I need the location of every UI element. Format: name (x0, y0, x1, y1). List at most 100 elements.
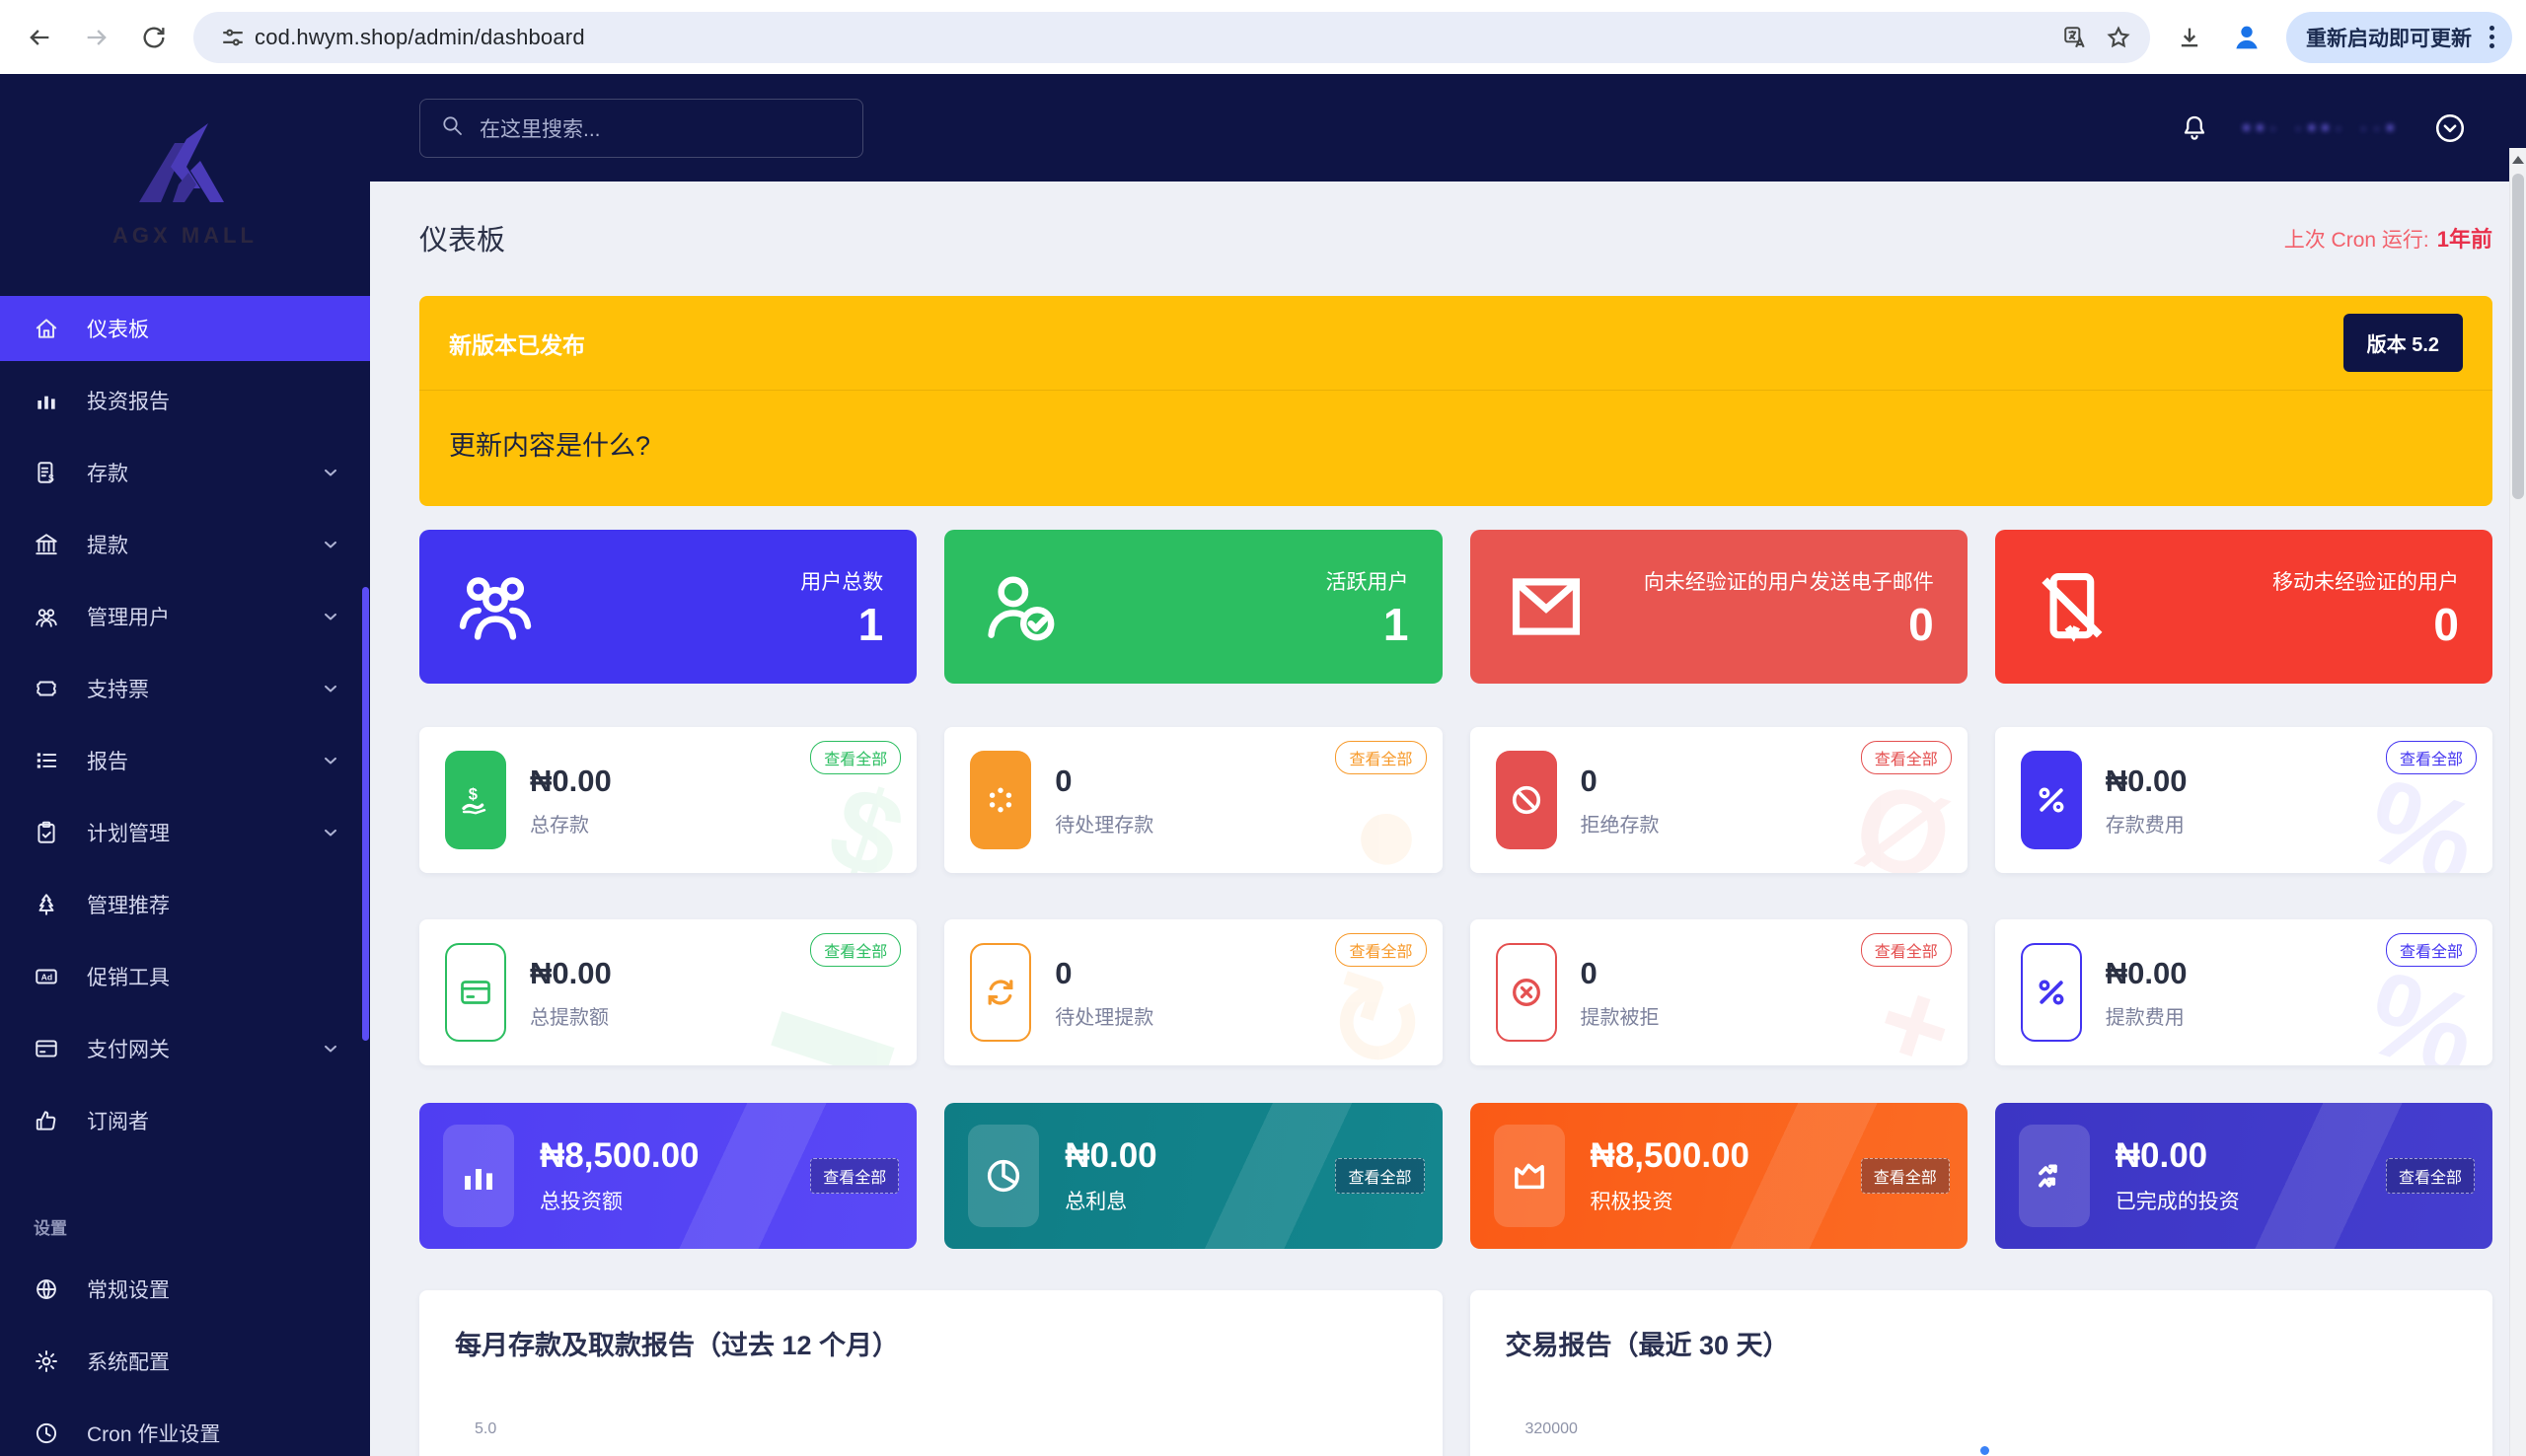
ad-icon: Ad (34, 964, 59, 989)
card-total-deposit: 查看全部 $ ₦0.00 总存款 $ (419, 727, 918, 873)
sidebar-item-label: 存款 (87, 463, 128, 485)
page-scrollbar[interactable] (2509, 148, 2526, 1456)
sidebar-item-general-settings[interactable]: 常规设置 (0, 1257, 370, 1322)
sidebar-item-promotion-tools[interactable]: Ad 促销工具 (0, 944, 370, 1009)
page-title: 仪表板 (419, 225, 506, 256)
chevron-down-icon (321, 1039, 340, 1058)
sidebar-item-subscribers[interactable]: 订阅者 (0, 1088, 370, 1153)
tree-icon (34, 892, 59, 917)
sidebar-item-payment-gateways[interactable]: 支付网关 (0, 1016, 370, 1081)
view-all-badge[interactable]: 查看全部 (1335, 1158, 1425, 1194)
sync-icon (970, 943, 1032, 1042)
chevron-down-icon (321, 535, 340, 554)
sidebar-item-plan-management[interactable]: 计划管理 (0, 800, 370, 865)
sidebar-item-label: 支付网关 (87, 1039, 170, 1061)
spinner-icon (970, 751, 1032, 849)
sidebar-item-label: 管理推荐 (87, 895, 170, 917)
sidebar-item-dashboard[interactable]: 仪表板 (0, 296, 370, 361)
scroll-up-arrow[interactable] (2510, 150, 2526, 170)
envelope-icon (1504, 564, 1589, 649)
bookmark-star-icon[interactable] (2097, 16, 2140, 59)
pie-chart-icon (968, 1125, 1040, 1227)
card-label: 总存款 (530, 814, 589, 837)
sidebar-item-withdrawals[interactable]: 提款 (0, 512, 370, 577)
browser-menu-icon[interactable] (2482, 26, 2502, 48)
chrome-update-button[interactable]: 重新启动即可更新 (2286, 11, 2512, 63)
view-all-badge[interactable]: 查看全部 (1335, 933, 1427, 967)
card-pending-deposit: 查看全部 0 待处理存款 ● (944, 727, 1443, 873)
scrollbar-thumb[interactable] (2512, 174, 2524, 499)
view-all-badge[interactable]: 查看全部 (810, 741, 902, 774)
chevron-down-icon (321, 751, 340, 770)
sidebar-settings-nav: 常规设置 系统配置 Cron 作业设置 徽标和图标 (0, 1257, 370, 1456)
deposit-cards-row: 查看全部 $ ₦0.00 总存款 $ 查看全部 0 待处理存款 ● 查看全部 0… (419, 727, 2492, 873)
user-name-obscured: ••· ·••· ··• (2242, 114, 2400, 140)
url-text[interactable]: cod.hwym.shop/admin/dashboard (255, 25, 2053, 50)
card-value: 1 (857, 599, 884, 650)
bank-icon (34, 532, 59, 557)
downloads-icon[interactable] (2164, 12, 2215, 63)
translate-icon[interactable] (2053, 16, 2097, 59)
view-all-badge[interactable]: 查看全部 (2385, 933, 2477, 967)
card-withdrawal-charge: 查看全部 ₦0.00 提款费用 % (1994, 919, 2492, 1065)
svg-text:$: $ (469, 785, 478, 803)
sidebar-item-manage-users[interactable]: 管理用户 (0, 584, 370, 649)
card-value: ₦8,500.00 (540, 1136, 700, 1175)
notifications-bell-icon[interactable] (2180, 113, 2209, 143)
sidebar-section-settings: 设置 (34, 1219, 67, 1238)
sidebar-item-manage-referrals[interactable]: 管理推荐 (0, 872, 370, 937)
card-label: 总投资额 (540, 1191, 623, 1213)
reload-button[interactable] (128, 12, 180, 63)
view-all-badge[interactable]: 查看全部 (1860, 933, 1952, 967)
users-group-icon (453, 564, 538, 649)
sidebar-item-label: 系统配置 (87, 1351, 170, 1374)
sidebar-item-cron-job-settings[interactable]: Cron 作业设置 (0, 1401, 370, 1456)
sidebar-item-support-tickets[interactable]: 支持票 (0, 656, 370, 721)
mobile-slash-icon (2029, 564, 2114, 649)
address-bar[interactable]: cod.hwym.shop/admin/dashboard (193, 11, 2150, 63)
view-all-badge[interactable]: 查看全部 (1860, 1158, 1950, 1194)
view-all-badge[interactable]: 查看全部 (2385, 741, 2477, 774)
card-value: 0 (1055, 763, 1073, 798)
sidebar-item-deposits[interactable]: $ 存款 (0, 440, 370, 505)
credit-card-icon (34, 1036, 59, 1061)
chart-data-point (1979, 1446, 1989, 1455)
site-settings-icon[interactable] (211, 16, 255, 59)
version-button[interactable]: 版本 5.2 (2342, 314, 2463, 372)
back-button[interactable] (14, 12, 65, 63)
sidebar-item-label: 订阅者 (87, 1111, 149, 1133)
profile-avatar-icon[interactable] (2221, 12, 2272, 63)
file-invoice-dollar-icon: $ (34, 460, 59, 485)
app-logo[interactable]: AGX MALL (0, 74, 370, 296)
card-value: ₦0.00 (1065, 1136, 1157, 1175)
search-placeholder: 在这里搜索... (480, 117, 601, 141)
card-value: 0 (1580, 763, 1597, 798)
view-all-badge[interactable]: 查看全部 (1335, 741, 1427, 774)
sidebar-item-reports[interactable]: 报告 (0, 728, 370, 793)
card-label: 提款费用 (2105, 1006, 2185, 1029)
card-label: 提款被拒 (1580, 1006, 1660, 1029)
card-label: 移动未经验证的用户 (2272, 571, 2459, 594)
card-label: 向未经验证的用户发送电子邮件 (1643, 571, 1934, 594)
zigzag-waves-icon (2018, 1125, 2090, 1227)
search-input[interactable]: 在这里搜索... (419, 98, 863, 158)
card-label: 拒绝存款 (1580, 814, 1660, 837)
card-mobile-unverified: 移动未经验证的用户 0 (1994, 530, 2492, 684)
main-area: 在这里搜索... ••· ·••· ··• 仪表板 上次 Cron 运行: 1年前… (370, 74, 2526, 1456)
card-label: 活跃用户 (1325, 571, 1409, 594)
user-menu-chevron-icon[interactable] (2433, 111, 2467, 145)
view-all-badge[interactable]: 查看全部 (1860, 741, 1952, 774)
sidebar-item-system-configuration[interactable]: 系统配置 (0, 1329, 370, 1394)
chevron-down-icon (321, 679, 340, 698)
clipboard-check-icon (34, 820, 59, 845)
monthly-deposit-withdraw-chart: 每月存款及取款报告（过去 12 个月） 5.0 (419, 1290, 1443, 1456)
sidebar-item-investment-report[interactable]: 投资报告 (0, 368, 370, 433)
view-all-badge[interactable]: 查看全部 (810, 1158, 900, 1194)
logo-text: AGX MALL (112, 223, 258, 248)
sidebar-item-label: 计划管理 (87, 823, 170, 845)
view-all-badge[interactable]: 查看全部 (2385, 1158, 2475, 1194)
sidebar-scrollbar[interactable] (362, 587, 369, 1041)
banner-whats-new-link[interactable]: 更新内容是什么? (449, 431, 650, 461)
forward-button[interactable] (71, 12, 122, 63)
view-all-badge[interactable]: 查看全部 (810, 933, 902, 967)
